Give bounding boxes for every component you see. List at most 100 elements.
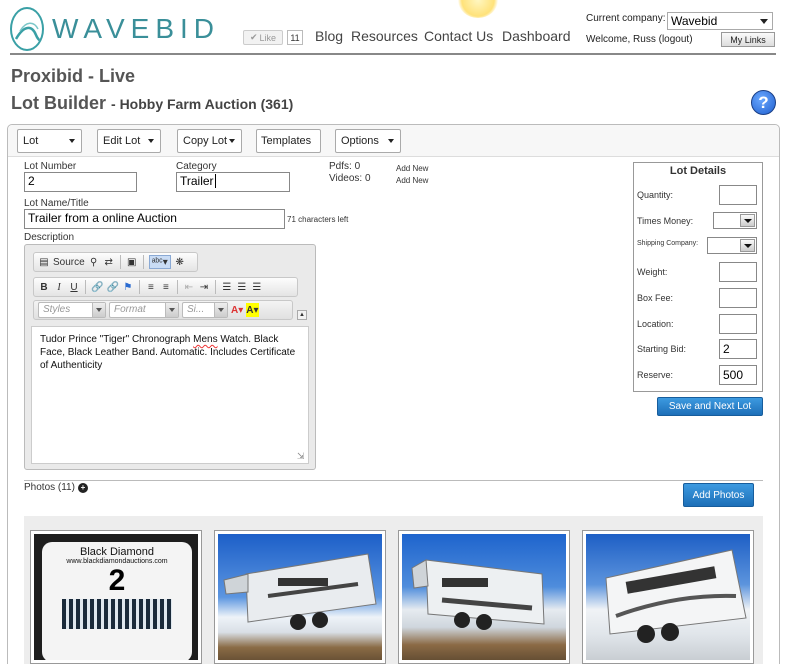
decorative-glow bbox=[458, 0, 498, 18]
company-label: Current company: bbox=[586, 13, 666, 24]
starting-bid-input[interactable]: 2 bbox=[719, 339, 757, 359]
size-combo[interactable]: Si... bbox=[182, 302, 228, 318]
characters-left: 71 characters left bbox=[287, 215, 349, 224]
lot-number-input[interactable]: 2 bbox=[24, 172, 137, 192]
unlink-icon[interactable]: 🔗 bbox=[106, 280, 118, 294]
outdent-icon[interactable]: ⇤ bbox=[183, 280, 195, 294]
link-icon[interactable]: 🔗 bbox=[91, 280, 103, 294]
wavebid-logo[interactable]: WAVEBID bbox=[10, 4, 220, 54]
videos-count: Videos: 0 bbox=[329, 173, 371, 184]
photo-thumbnail-4[interactable] bbox=[582, 530, 754, 664]
photo-thumbnail-1[interactable]: Black Diamond www.blackdiamondauctions.c… bbox=[30, 530, 202, 664]
chevron-down-icon bbox=[740, 214, 755, 227]
text-color-icon[interactable]: A▾ bbox=[231, 303, 243, 317]
chevron-down-icon bbox=[388, 139, 394, 143]
toolbar-separator bbox=[119, 255, 121, 269]
category-input[interactable]: Trailer bbox=[176, 172, 290, 192]
tag-number: 2 bbox=[108, 564, 126, 597]
format-combo[interactable]: Format bbox=[109, 302, 179, 318]
lot-details-title: Lot Details bbox=[669, 165, 727, 177]
my-links-button[interactable]: My Links bbox=[721, 32, 775, 47]
add-video-link[interactable]: Add New bbox=[396, 176, 428, 185]
chevron-down-icon bbox=[148, 139, 154, 143]
numbered-list-icon[interactable]: ≡ bbox=[145, 280, 157, 294]
nav-blog[interactable]: Blog bbox=[315, 28, 343, 44]
align-left-icon[interactable]: ☰ bbox=[221, 280, 233, 294]
toolbar-separator bbox=[176, 280, 178, 294]
wave-logo-icon bbox=[10, 7, 44, 51]
company-select[interactable]: Wavebid bbox=[667, 12, 773, 30]
reserve-input[interactable]: 500 bbox=[719, 365, 757, 385]
save-and-next-lot-button[interactable]: Save and Next Lot bbox=[657, 397, 763, 416]
trailer-photo bbox=[218, 534, 382, 660]
replace-icon[interactable]: ⇄ bbox=[103, 255, 115, 269]
description-editor-area[interactable]: Tudor Prince "Tiger" Chronograph Mens Wa… bbox=[31, 326, 309, 464]
location-input[interactable] bbox=[719, 314, 757, 334]
select-all-icon[interactable]: ▣ bbox=[126, 255, 138, 269]
welcome-text[interactable]: Welcome, Russ (logout) bbox=[586, 34, 693, 45]
align-center-icon[interactable]: ☰ bbox=[236, 280, 248, 294]
tag-title: Black Diamond bbox=[80, 546, 154, 558]
description-label: Description bbox=[24, 232, 75, 243]
indent-icon[interactable]: ⇥ bbox=[198, 280, 210, 294]
chevron-down-icon bbox=[69, 139, 75, 143]
scayt-icon[interactable]: ❋ bbox=[174, 255, 186, 269]
photo-thumbnail-3[interactable] bbox=[398, 530, 570, 664]
trailer-photo bbox=[402, 534, 566, 660]
expand-plus-icon[interactable]: + bbox=[77, 482, 88, 493]
page-title: Proxibid - Live bbox=[11, 66, 136, 86]
toolbar-separator bbox=[138, 280, 140, 294]
underline-icon[interactable]: U bbox=[68, 280, 80, 294]
header-divider bbox=[10, 53, 776, 55]
lot-name-label: Lot Name/Title bbox=[24, 198, 89, 209]
options-dropdown[interactable]: Options bbox=[335, 129, 401, 153]
italic-icon[interactable]: I bbox=[53, 280, 65, 294]
like-count: 11 bbox=[287, 30, 303, 45]
reserve-label: Reserve: bbox=[637, 370, 674, 380]
editor-toolbar-row-2: B I U 🔗 🔗 ⚑ ≡ ≡ ⇤ ⇥ ☰ ☰ ☰ bbox=[33, 277, 298, 297]
editor-toolbar-row-3: Styles Format Si... A▾ A▾ bbox=[33, 300, 293, 320]
category-label: Category bbox=[176, 161, 217, 172]
align-justify-icon[interactable]: ☰ bbox=[251, 280, 263, 294]
shipping-company-label: Shipping Company: bbox=[637, 240, 699, 247]
page-subtitle: Lot Builder - Hobby Farm Auction (361) bbox=[11, 93, 294, 113]
bold-icon[interactable]: B bbox=[38, 280, 50, 294]
spellcheck-icon[interactable]: ᵃᵇᶜ▾ bbox=[148, 255, 171, 269]
lot-dropdown[interactable]: Lot bbox=[17, 129, 82, 153]
collapse-toolbar-icon[interactable]: ▲ bbox=[297, 310, 307, 320]
add-pdf-link[interactable]: Add New bbox=[396, 164, 428, 173]
bulleted-list-icon[interactable]: ≡ bbox=[160, 280, 172, 294]
anchor-flag-icon[interactable]: ⚑ bbox=[122, 280, 134, 294]
find-icon[interactable]: ⚲ bbox=[88, 255, 100, 269]
resize-handle-icon[interactable]: ⇲ bbox=[297, 451, 307, 461]
copy-lot-dropdown[interactable]: Copy Lot bbox=[177, 129, 242, 153]
location-label: Location: bbox=[637, 319, 674, 329]
lot-tag-photo: Black Diamond www.blackdiamondauctions.c… bbox=[34, 534, 198, 660]
like-button[interactable]: ✔ Like bbox=[243, 30, 283, 45]
background-color-icon[interactable]: A▾ bbox=[246, 303, 259, 317]
box-fee-label: Box Fee: bbox=[637, 293, 674, 303]
trailer-illustration bbox=[411, 559, 545, 630]
nav-resources[interactable]: Resources bbox=[351, 28, 418, 44]
brand-name: WAVEBID bbox=[51, 13, 220, 44]
box-fee-input[interactable] bbox=[719, 288, 757, 308]
weight-input[interactable] bbox=[719, 262, 757, 282]
source-icon[interactable]: ▤ bbox=[38, 255, 50, 269]
nav-contact-us[interactable]: Contact Us bbox=[424, 28, 493, 44]
nav-dashboard[interactable]: Dashboard bbox=[502, 28, 571, 44]
help-icon[interactable]: ? bbox=[751, 90, 776, 115]
edit-lot-dropdown[interactable]: Edit Lot bbox=[97, 129, 161, 153]
chevron-down-icon bbox=[740, 239, 755, 252]
styles-combo[interactable]: Styles bbox=[38, 302, 106, 318]
add-photos-button[interactable]: Add Photos bbox=[683, 483, 754, 507]
lot-number-label: Lot Number bbox=[24, 161, 77, 172]
photo-thumbnail-2[interactable] bbox=[214, 530, 386, 664]
photos-header[interactable]: Photos (11) + bbox=[24, 482, 88, 493]
editor-toolbar-row-1: ▤ Source ⚲ ⇄ ▣ ᵃᵇᶜ▾ ❋ bbox=[33, 252, 198, 272]
times-money-select[interactable] bbox=[713, 212, 757, 229]
source-button[interactable]: Source bbox=[53, 255, 85, 269]
lot-name-input[interactable]: Trailer from a online Auction bbox=[24, 209, 285, 229]
templates-button[interactable]: Templates bbox=[256, 129, 321, 153]
shipping-company-select[interactable] bbox=[707, 237, 757, 254]
quantity-input[interactable] bbox=[719, 185, 757, 205]
